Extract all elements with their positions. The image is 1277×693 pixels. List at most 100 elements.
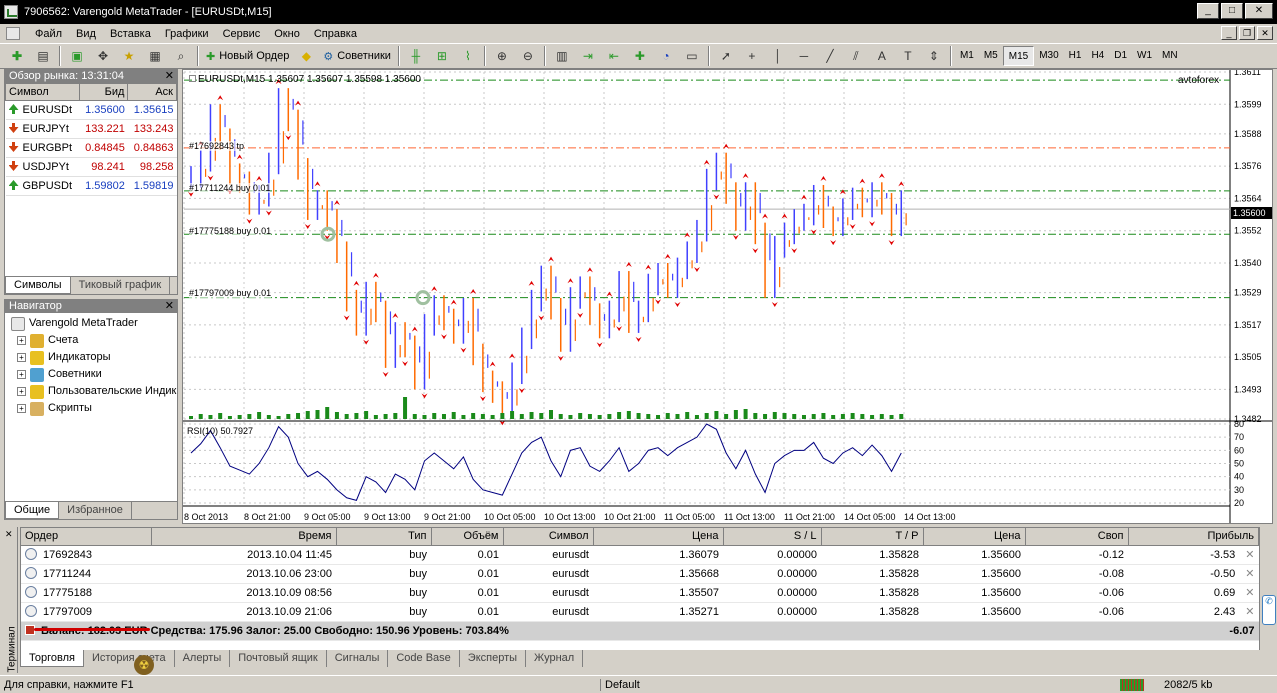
nav-item-custom-indicators[interactable]: + Пользовательские Индик [11, 383, 177, 400]
data-window-icon[interactable]: ✥ [92, 45, 114, 67]
col-time[interactable]: Время [151, 528, 337, 546]
close-icon[interactable]: ✕ [5, 529, 13, 540]
close-order-icon[interactable]: ✕ [1245, 568, 1254, 580]
bar-chart-icon[interactable]: ╫ [405, 45, 427, 67]
expand-icon[interactable]: + [17, 404, 26, 413]
close-icon[interactable]: ✕ [165, 300, 174, 313]
label-icon[interactable]: T [897, 45, 919, 67]
mdi-minimize-button[interactable]: _ [1221, 26, 1237, 40]
mdi-close-button[interactable]: ✕ [1257, 26, 1273, 40]
crosshair-icon[interactable]: + [741, 45, 763, 67]
text-icon[interactable]: A [871, 45, 893, 67]
nav-item-accounts[interactable]: + Счета [11, 332, 177, 349]
tf-mn[interactable]: MN [1157, 46, 1183, 66]
table-row[interactable]: 17797009 2013.10.09 21:06 buy 0.01 eurus… [21, 602, 1259, 622]
tf-h4[interactable]: H4 [1086, 46, 1109, 66]
vertical-line-icon[interactable]: │ [767, 45, 789, 67]
candlestick-icon[interactable]: ⊞ [431, 45, 453, 67]
chat-icon[interactable]: ✆ [1262, 595, 1276, 625]
terminal-icon[interactable]: ▦ [144, 45, 166, 67]
tab-common[interactable]: Общие [5, 502, 60, 519]
tab-tick-chart[interactable]: Тиковый график [71, 277, 171, 294]
arrows-icon[interactable]: ⇕ [923, 45, 945, 67]
col-symbol[interactable]: Символ [5, 83, 80, 101]
close-order-icon[interactable]: ✕ [1245, 606, 1254, 618]
tab-account-history[interactable]: История счета [84, 650, 175, 667]
cursor-icon[interactable]: ➚ [715, 45, 737, 67]
menu-help[interactable]: Справка [307, 28, 364, 40]
col-price[interactable]: Цена [593, 528, 724, 546]
col-tp[interactable]: T / P [821, 528, 924, 546]
market-watch-icon[interactable]: ▣ [66, 45, 88, 67]
new-order-button[interactable]: ✚ Новый Ордер [202, 45, 293, 67]
market-row[interactable]: GBPUSDt 1.59802 1.59819 [5, 176, 177, 196]
col-current-price[interactable]: Цена [923, 528, 1026, 546]
market-row[interactable]: EURGBPt 0.84845 0.84863 [5, 138, 177, 158]
tab-alerts[interactable]: Алерты [175, 650, 231, 667]
navigator-icon[interactable]: ★ [118, 45, 140, 67]
indicators-icon[interactable]: ✚ [629, 45, 651, 67]
menu-file[interactable]: Файл [28, 28, 69, 40]
tf-w1[interactable]: W1 [1132, 46, 1157, 66]
mdi-chart-icon[interactable] [6, 27, 20, 40]
table-row[interactable]: 17775188 2013.10.09 08:56 buy 0.01 eurus… [21, 583, 1259, 603]
close-order-icon[interactable]: ✕ [1245, 587, 1254, 599]
equidistant-channel-icon[interactable]: ⫽ [845, 45, 867, 67]
menu-window[interactable]: Окно [267, 28, 307, 40]
tab-experts[interactable]: Эксперты [460, 650, 527, 667]
periods-icon[interactable]: ◔ [655, 45, 677, 67]
tab-trade[interactable]: Торговля [20, 650, 84, 667]
menu-tools[interactable]: Сервис [216, 28, 268, 40]
col-order[interactable]: Ордер [21, 528, 152, 546]
tile-windows-icon[interactable]: ▥ [551, 45, 573, 67]
zoom-out-icon[interactable]: ⊖ [517, 45, 539, 67]
expand-icon[interactable]: + [17, 353, 26, 362]
tf-m1[interactable]: M1 [955, 46, 979, 66]
nav-item-indicators[interactable]: + Индикаторы [11, 349, 177, 366]
order-label[interactable]: #17711244 buy 0.01 [189, 183, 271, 193]
mdi-restore-button[interactable]: ❐ [1239, 26, 1255, 40]
tf-h1[interactable]: H1 [1064, 46, 1087, 66]
tab-mailbox[interactable]: Почтовый ящик [230, 650, 327, 667]
nav-item-scripts[interactable]: + Скрипты [11, 400, 177, 417]
trendline-icon[interactable]: ╱ [819, 45, 841, 67]
expand-icon[interactable]: + [17, 336, 26, 345]
minimize-button[interactable]: _ [1197, 3, 1219, 19]
price-chart[interactable]: 1.3611 1.3599 1.3588 1.3576 1.3564 1.3552 1.35… [183, 70, 1273, 524]
profiles-icon[interactable]: ▤ [32, 45, 54, 67]
autoscroll-icon[interactable]: ⇥ [577, 45, 599, 67]
zoom-in-icon[interactable]: ⊕ [491, 45, 513, 67]
tf-d1[interactable]: D1 [1109, 46, 1132, 66]
tf-m15[interactable]: M15 [1002, 46, 1035, 66]
menu-view[interactable]: Вид [69, 28, 103, 40]
expand-icon[interactable]: + [17, 387, 26, 396]
tab-signals[interactable]: Сигналы [327, 650, 389, 667]
horizontal-line-icon[interactable]: ─ [793, 45, 815, 67]
tf-m5[interactable]: M5 [979, 46, 1003, 66]
table-row[interactable]: 17692843 2013.10.04 11:45 buy 0.01 eurus… [21, 545, 1259, 565]
templates-icon[interactable]: ▭ [681, 45, 703, 67]
close-order-icon[interactable]: ✕ [1245, 549, 1254, 561]
col-profit[interactable]: Прибыль [1128, 528, 1259, 546]
line-chart-icon[interactable]: ⌇ [457, 45, 479, 67]
table-row[interactable]: 17711244 2013.10.06 23:00 buy 0.01 eurus… [21, 564, 1259, 584]
tab-favorites[interactable]: Избранное [59, 502, 132, 519]
market-row[interactable]: EURJPYt 133.221 133.243 [5, 119, 177, 139]
order-label-tp[interactable]: #17692843 tp [189, 141, 245, 151]
tab-code-base[interactable]: Code Base [388, 650, 460, 667]
tab-journal[interactable]: Журнал [526, 650, 584, 667]
expand-icon[interactable]: + [17, 370, 26, 379]
chart-shift-icon[interactable]: ⇤ [603, 45, 625, 67]
menu-insert[interactable]: Вставка [103, 28, 158, 40]
nav-root[interactable]: Varengold MetaTrader [11, 315, 177, 332]
maximize-button[interactable]: □ [1221, 3, 1243, 19]
order-label[interactable]: #17775188 buy 0.01 [189, 226, 272, 236]
market-row[interactable]: EURUSDt 1.35600 1.35615 [5, 100, 177, 120]
col-type[interactable]: Тип [336, 528, 432, 546]
strategy-tester-icon[interactable]: ⌕ [170, 45, 192, 67]
close-icon[interactable]: ✕ [165, 70, 174, 83]
col-swap[interactable]: Своп [1025, 528, 1129, 546]
col-ask[interactable]: Аск [127, 83, 177, 101]
new-chart-icon[interactable]: ✚ [6, 45, 28, 67]
tf-m30[interactable]: M30 [1034, 46, 1063, 66]
